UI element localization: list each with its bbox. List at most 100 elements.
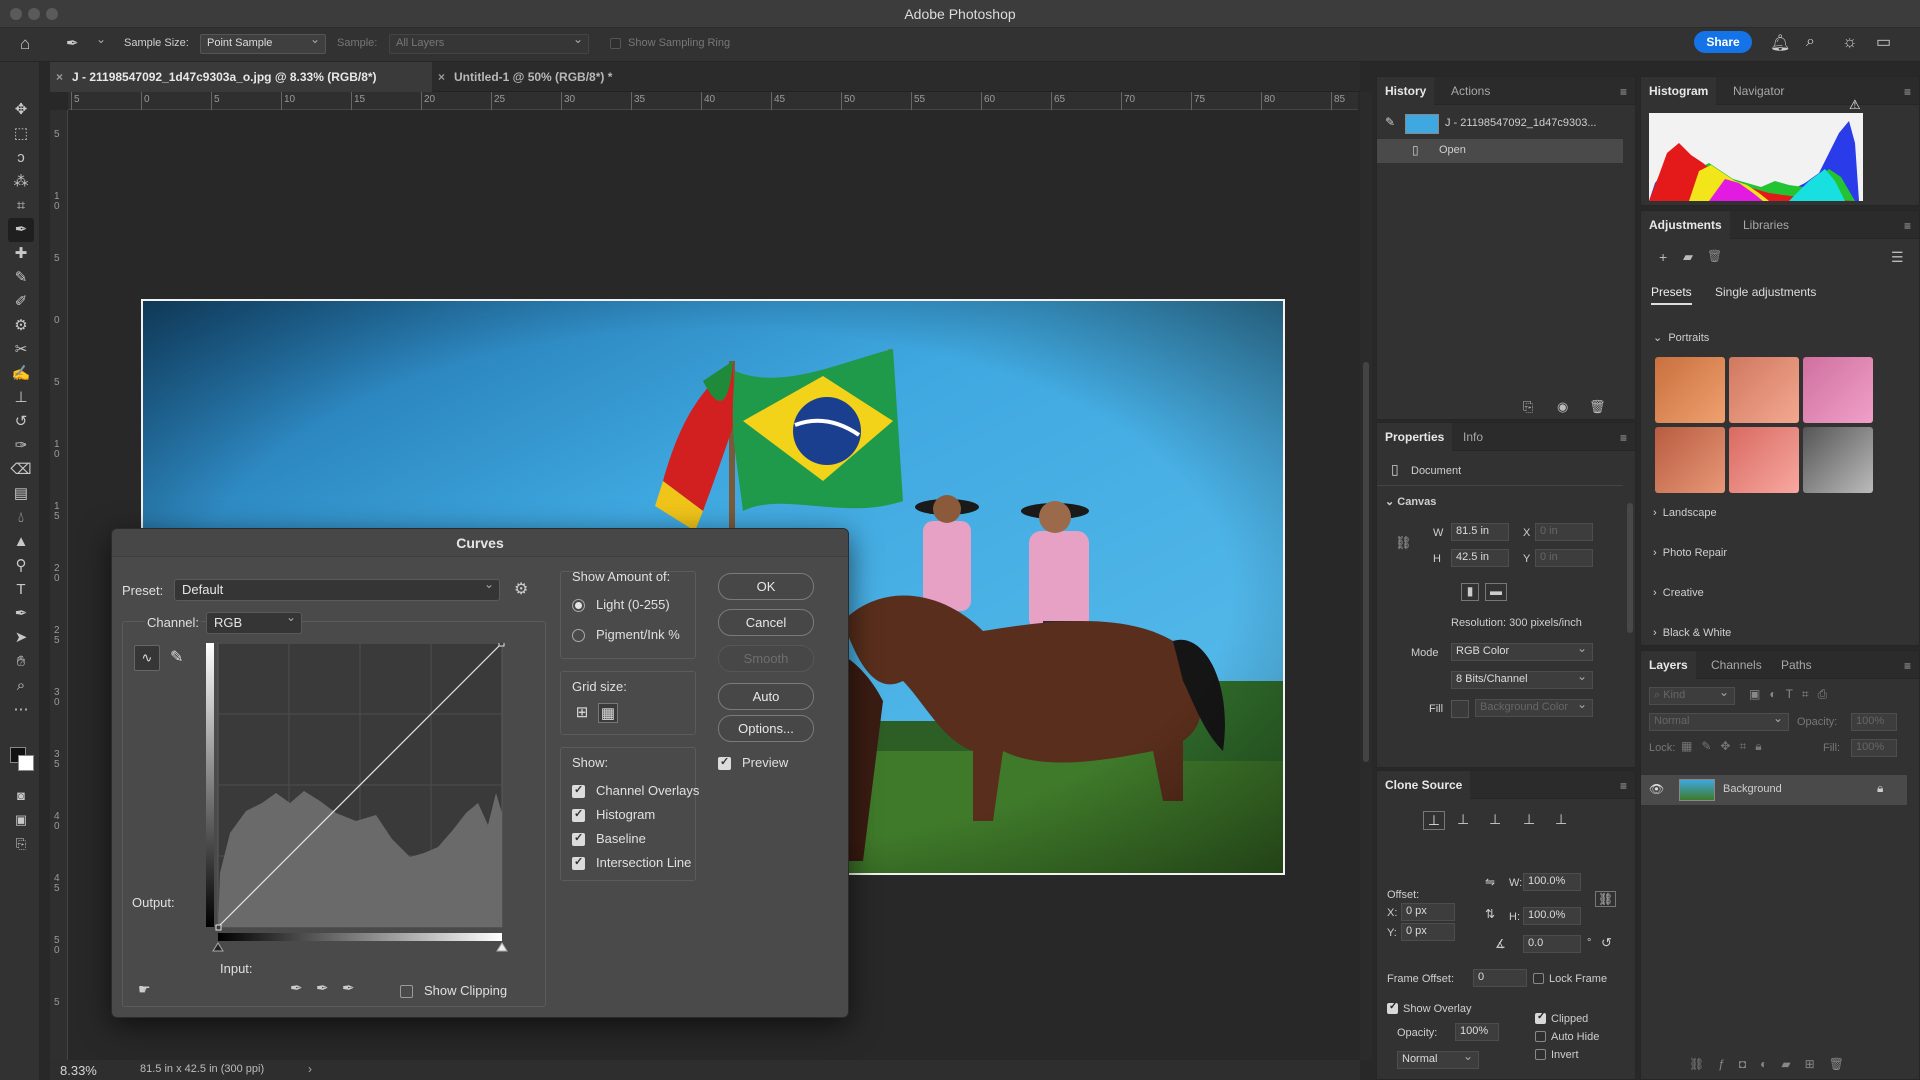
screen-mode-icon[interactable]: ▣	[8, 808, 34, 832]
tab-channels[interactable]: Channels	[1703, 651, 1770, 679]
tab-libraries[interactable]: Libraries	[1735, 211, 1797, 239]
tab-history[interactable]: History	[1377, 77, 1435, 105]
options-button[interactable]: Options...	[718, 715, 814, 742]
offset-y-field[interactable]: 0 px	[1401, 923, 1455, 941]
group-landscape[interactable]: › Landscape	[1653, 507, 1717, 519]
panel-menu-icon[interactable]: ≡	[1904, 85, 1911, 99]
list-view-icon[interactable]: ☰	[1891, 249, 1904, 266]
brush-tool-icon[interactable]: ✍	[8, 362, 34, 386]
crop-tool-icon[interactable]: ⌗	[8, 194, 34, 218]
workspace-icon[interactable]: ▭	[1876, 32, 1891, 52]
layers-footer-icons[interactable]: ⛓ƒ◘◐▰⊞🗑︎	[1689, 1057, 1858, 1071]
channel-overlays-checkbox[interactable]	[572, 783, 585, 798]
intersection-line-checkbox[interactable]	[572, 855, 585, 870]
canvas-section-label[interactable]: ⌄ Canvas	[1385, 495, 1436, 508]
tab-adjustments[interactable]: Adjustments	[1641, 211, 1730, 239]
red-eye-tool-icon[interactable]: ✂	[8, 338, 34, 362]
mixer-brush-tool-icon[interactable]: ✑	[8, 434, 34, 458]
vertical-scroll-thumb[interactable]	[1363, 362, 1369, 762]
pencil-draw-icon[interactable]: ✎	[170, 647, 183, 667]
home-icon[interactable]: ⌂	[20, 34, 30, 54]
portrait-orientation-icon[interactable]: ▮	[1461, 583, 1479, 601]
overlay-opacity-field[interactable]: 100%	[1455, 1023, 1499, 1041]
ok-button[interactable]: OK	[718, 573, 814, 600]
preset-options-gear-icon[interactable]: ⚙	[514, 579, 528, 599]
targeted-adjustment-hand-icon[interactable]: ☛	[138, 981, 151, 998]
panel-menu-icon[interactable]: ≡	[1620, 431, 1627, 445]
group-portraits[interactable]: ⌄ Portraits	[1653, 331, 1709, 344]
share-for-review-icon[interactable]: ⎘	[8, 832, 34, 856]
light-radio[interactable]	[572, 599, 585, 612]
quick-mask-icon[interactable]: ◙	[8, 784, 34, 808]
link-scale-icon[interactable]: ⛓	[1595, 891, 1617, 907]
panel-menu-icon[interactable]: ≡	[1620, 779, 1627, 793]
notifications-bell-icon[interactable]: 🔔︎	[1770, 33, 1790, 53]
doc-tab-untitled[interactable]: × Untitled-1 @ 50% (RGB/8*) *	[432, 62, 652, 92]
mode-select[interactable]: RGB Color	[1451, 641, 1593, 661]
doc-tab-photo[interactable]: × J - 21198547092_1d47c9303a_o.jpg @ 8.3…	[50, 62, 432, 92]
layer-filter-icons[interactable]: ▣◐T⌗⎙	[1749, 687, 1836, 702]
bit-depth-select[interactable]: 8 Bits/Channel	[1451, 669, 1593, 689]
folder-icon[interactable]: ▰	[1683, 249, 1693, 265]
tab-histogram[interactable]: Histogram	[1641, 77, 1717, 105]
delete-trash-icon[interactable]: 🗑︎	[1707, 249, 1722, 263]
tab-layers[interactable]: Layers	[1641, 651, 1696, 679]
more-tools-icon[interactable]: ⋯	[8, 698, 34, 722]
pen-tool-icon[interactable]: ✒	[8, 602, 34, 626]
group-photo-repair[interactable]: › Photo Repair	[1653, 547, 1727, 559]
group-creative[interactable]: › Creative	[1653, 587, 1704, 599]
tab-navigator[interactable]: Navigator	[1725, 77, 1792, 105]
hand-tool-icon[interactable]: ✋︎	[8, 650, 34, 674]
preset-thumb-2[interactable]	[1729, 357, 1799, 423]
healing-brush-tool-icon[interactable]: ✎	[8, 266, 34, 290]
close-tab-icon[interactable]: ×	[438, 62, 445, 92]
link-dimensions-icon[interactable]: ⛓	[1395, 535, 1412, 551]
cached-data-warning-icon[interactable]: ⚠	[1849, 97, 1861, 113]
panel-menu-icon[interactable]: ≡	[1620, 85, 1627, 99]
flip-vertical-icon[interactable]: ⇅	[1485, 907, 1495, 921]
tab-info[interactable]: Info	[1455, 423, 1491, 451]
layer-row-background[interactable]: 👁︎ Background 🔒︎	[1641, 775, 1907, 805]
path-selection-tool-icon[interactable]: ➤	[8, 626, 34, 650]
delete-trash-icon[interactable]: 🗑︎	[1589, 399, 1606, 415]
type-tool-icon[interactable]: T	[8, 578, 34, 602]
show-clipping-checkbox[interactable]	[400, 985, 413, 998]
subtab-single-adjustments[interactable]: Single adjustments	[1715, 285, 1816, 299]
flip-horizontal-icon[interactable]: ⇋	[1485, 875, 1495, 889]
lasso-tool-icon[interactable]: ↄ	[8, 146, 34, 170]
status-chevron-icon[interactable]: ›	[308, 1062, 312, 1076]
clone-stamp-tool-icon[interactable]: ⊥	[8, 386, 34, 410]
eyedropper-tool-icon[interactable]: ✒	[66, 34, 79, 52]
content-aware-tool-icon[interactable]: ⚙	[8, 314, 34, 338]
blend-mode-select[interactable]: Normal	[1649, 711, 1789, 731]
grid-simple-icon[interactable]: ⊞	[572, 703, 592, 723]
width-field[interactable]: 81.5 in	[1451, 523, 1509, 541]
sharpen-tool-icon[interactable]: ▲	[8, 530, 34, 554]
sample-select[interactable]: All Layers	[389, 32, 589, 54]
reset-transform-icon[interactable]: ↺	[1601, 935, 1612, 951]
height-field[interactable]: 42.5 in	[1451, 549, 1509, 567]
magic-wand-tool-icon[interactable]: ⁂	[8, 170, 34, 194]
histogram-checkbox[interactable]	[572, 807, 585, 822]
x-field[interactable]: 0 in	[1535, 523, 1593, 541]
pigment-radio[interactable]	[572, 629, 585, 642]
preset-thumb-3[interactable]	[1803, 357, 1873, 423]
fill-select[interactable]: Background Color	[1475, 697, 1593, 717]
opacity-field[interactable]: 100%	[1851, 713, 1897, 731]
discover-lightbulb-icon[interactable]: ☼	[1842, 32, 1858, 52]
clone-source-3-icon[interactable]: ⊥	[1489, 811, 1501, 828]
clone-source-1-icon[interactable]: ⊥	[1423, 811, 1445, 830]
dodge-tool-icon[interactable]: ⚲	[8, 554, 34, 578]
gray-point-eyedropper-icon[interactable]: ✒	[316, 979, 329, 997]
preset-thumb-5[interactable]	[1729, 427, 1799, 493]
cancel-button[interactable]: Cancel	[718, 609, 814, 636]
lock-frame-checkbox[interactable]	[1533, 973, 1544, 984]
offset-x-field[interactable]: 0 px	[1401, 903, 1455, 921]
curve-point-mode-icon[interactable]: ∿	[134, 645, 160, 671]
curves-graph[interactable]	[206, 643, 526, 953]
eyedropper-tool-icon[interactable]: ✒	[8, 218, 34, 242]
background-color-swatch[interactable]	[18, 755, 34, 771]
show-overlay-checkbox[interactable]	[1387, 1001, 1398, 1014]
tab-actions[interactable]: Actions	[1443, 77, 1498, 105]
panel-menu-icon[interactable]: ≡	[1904, 219, 1911, 233]
